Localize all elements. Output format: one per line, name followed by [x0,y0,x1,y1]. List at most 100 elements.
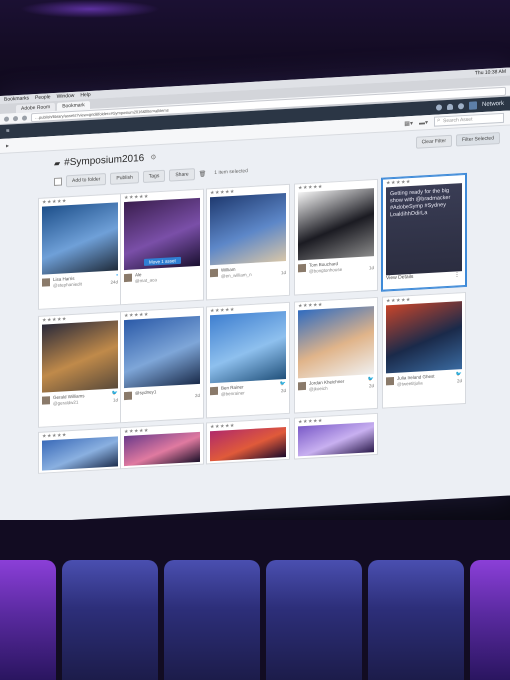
filter-selected-button[interactable]: Filter Selected [456,132,500,147]
asset-photo[interactable] [386,301,462,374]
clear-filter-button[interactable]: Clear Filter [415,134,453,149]
asset-meta: Tom Bouchard @bongtonhouse 1d [295,256,377,284]
twitter-icon: 🐦 [455,371,462,378]
bell-icon[interactable] [446,103,453,111]
twitter-icon: 🐦 [367,376,374,383]
view-details-link[interactable]: View Details [386,274,413,282]
asset-photo[interactable] [210,427,286,462]
post-age: 1d [368,265,374,271]
app-menu-icon[interactable]: ≡ [6,128,10,134]
asset-photo[interactable] [42,202,118,275]
grid-view-icon[interactable]: ▦▾ [404,119,413,126]
post-age: 2d [368,383,374,389]
settings-icon[interactable]: ⚙ [150,153,156,161]
trash-icon[interactable]: 🗑 [199,170,207,177]
asset-photo[interactable] [298,306,374,379]
sidebar-toggle-icon[interactable]: ▸ [6,142,9,149]
asset-photo[interactable] [298,422,374,457]
post-caption: Getting ready for the big show with @bra… [386,183,462,276]
post-age: 2d [280,388,286,394]
author-avatar [124,273,132,283]
author-name[interactable]: William [221,267,236,273]
seat [470,560,510,680]
share-button[interactable]: Share [169,168,195,182]
asset-photo[interactable] [42,320,118,393]
menu-item[interactable]: Window [57,93,75,100]
folder-view-icon[interactable]: ▬▾ [419,119,428,127]
asset-photo[interactable]: Move 1 asset [124,197,200,271]
asset-card[interactable]: ★★★★★ Jordan Kheichner @jkoeich 🐦 2d [294,296,378,414]
twitter-icon: 🐦 [279,381,286,388]
move-asset-button[interactable]: Move 1 asset [144,256,181,266]
tags-button[interactable]: Tags [142,169,166,184]
author-avatar [42,396,50,405]
folder-icon: ▰ [54,158,61,168]
post-age: 1d [112,397,118,403]
search-input[interactable]: Search Asset [434,112,504,127]
asset-card[interactable]: ★★★★★ [294,412,378,460]
asset-meta: Jordan Kheichner @jkoeich 🐦 2d [295,374,377,402]
avatar[interactable] [468,101,477,110]
asset-meta: @sydney1 2d [121,384,203,412]
asset-photo[interactable] [210,193,286,266]
author-avatar [210,386,218,396]
asset-meta: Julia Ireland Ghest @tweetitjulia 🐦 2d [383,369,465,397]
asset-photo[interactable] [42,436,118,471]
asset-meta: Ale @mat_aca [121,266,203,294]
menu-item[interactable]: People [35,94,51,101]
asset-photo[interactable] [124,431,200,467]
author-avatar [386,376,394,386]
author-avatar [298,381,306,391]
asset-photo[interactable] [298,188,374,261]
author-avatar [210,268,218,278]
author-avatar [298,263,306,273]
post-age: 24d [110,279,118,285]
post-age: 2d [456,378,462,384]
asset-card[interactable]: ★★★★★ Tom Bouchard @bongtonhouse 1d [294,178,378,296]
select-all-checkbox[interactable] [54,177,62,186]
asset-card[interactable]: ★★★★★ William @en_william_n 1d [206,183,290,301]
page-title: #Symposium2016 [64,152,145,168]
author-handle[interactable]: @mat_aca [135,275,200,283]
user-icon[interactable] [435,104,442,111]
help-icon[interactable] [457,103,464,110]
add-to-folder-button[interactable]: Add to folder [66,173,107,188]
author-name[interactable]: Ale [135,272,142,277]
asset-photo[interactable] [210,311,286,384]
publish-button[interactable]: Publish [110,171,139,185]
menu-item[interactable]: Help [80,92,90,99]
asset-photo[interactable] [124,315,200,389]
seat [0,560,56,680]
asset-card[interactable]: ★★★★★ Gerald Williams @geraldw21 🐦 1d [38,311,122,428]
asset-meta: William @en_william_n 1d [207,261,289,289]
asset-meta: Gerald Williams @geraldw21 🐦 1d [39,388,121,416]
twitter-icon: 🐦 [111,390,118,397]
asset-card[interactable]: ★★★★★ Lisa Harris @stephaniedit ▪ 24d [38,193,122,310]
reload-icon[interactable] [22,114,27,121]
network-menu[interactable]: Network [482,101,504,108]
forward-icon[interactable] [13,115,18,121]
seat [266,560,362,680]
asset-card[interactable]: ★★★★★ [206,417,290,465]
author-name[interactable]: @sydney1 [135,389,156,395]
selection-count: 1 item selected [214,168,248,177]
asset-card[interactable]: ★★★★★ @sydney1 2d [120,306,204,424]
asset-card[interactable]: ★★★★★ Move 1 asset Ale @mat_aca [120,188,204,306]
back-icon[interactable] [4,115,9,122]
author-avatar [42,278,50,287]
author-avatar [124,391,132,401]
asset-card[interactable]: ★★★★★ Getting ready for the big show with… [382,173,466,291]
more-options-icon[interactable]: ⋮ [454,271,460,278]
post-age: 2d [194,392,200,399]
asset-card[interactable]: ★★★★★ [38,427,122,474]
post-age: 1d [280,270,286,276]
asset-card[interactable]: ★★★★★ [120,422,204,470]
projected-screen: Bookmarks People Window Help Thu 10:38 A… [0,67,510,524]
seat [164,560,260,680]
asset-meta: Lisa Harris @stephaniedit ▪ 24d [39,270,121,298]
asset-meta: Ben Rainer @benrainer 🐦 2d [207,379,289,407]
facebook-icon: ▪ [116,272,118,279]
asset-card[interactable]: ★★★★★ Julia Ireland Ghest @tweetitjulia 🐦 2d [382,291,466,409]
seat [368,560,464,680]
asset-card[interactable]: ★★★★★ Ben Rainer @benrainer 🐦 2d [206,301,290,419]
